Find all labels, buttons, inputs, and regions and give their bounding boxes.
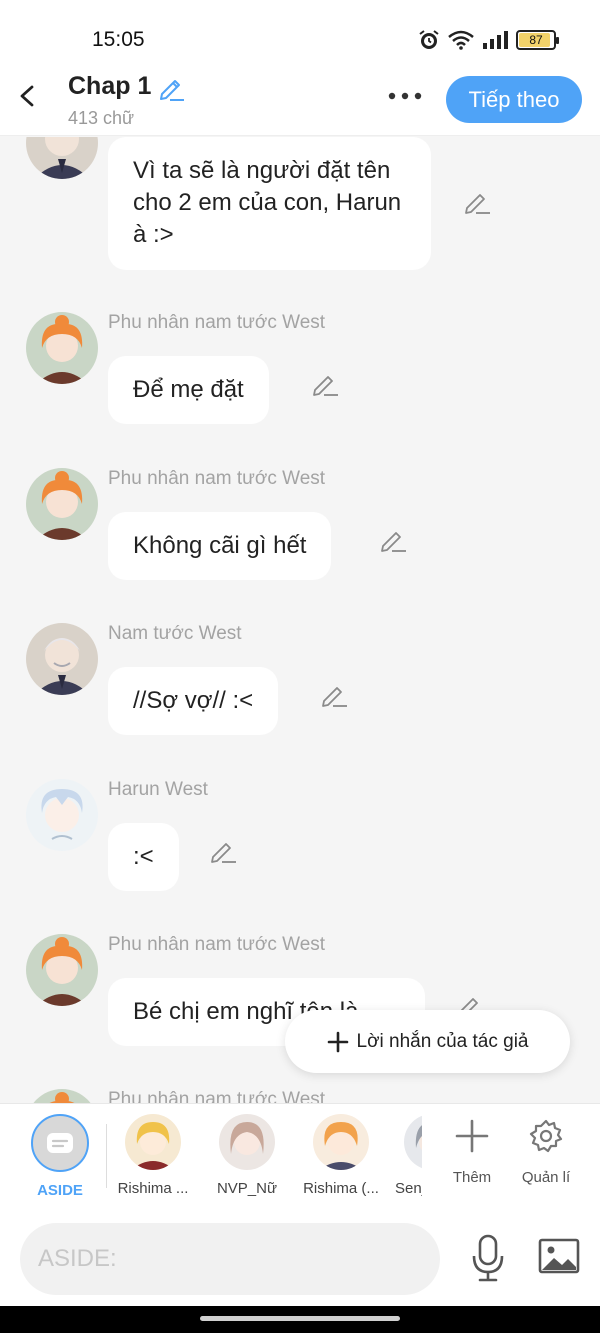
character-bar: ASIDE Rishima ... NVP_Nữ Rishima (... Se… xyxy=(0,1103,600,1210)
microphone-icon[interactable] xyxy=(470,1234,506,1282)
message-text: Vì ta sẽ là người đặt tên cho 2 em của c… xyxy=(133,157,402,248)
message-text: Không cãi gì hết xyxy=(133,532,307,559)
divider xyxy=(106,1124,107,1188)
system-nav-bar xyxy=(0,1306,600,1333)
status-bar: 15:05 87 xyxy=(0,0,600,68)
message-bubble[interactable]: :< xyxy=(108,823,179,891)
speaker-name: Nam tước West xyxy=(108,623,242,644)
author-note-label: Lời nhắn của tác giả xyxy=(356,1030,529,1052)
character-name: Rishima ... xyxy=(117,1180,189,1197)
message-input[interactable]: ASIDE: xyxy=(20,1223,440,1295)
speaker-name: Phu nhân nam tước West xyxy=(108,312,326,333)
speaker-name: Phu nhân nam tước West xyxy=(108,934,326,955)
avatar-baron[interactable] xyxy=(26,137,98,179)
chapter-title[interactable]: Chap 1 xyxy=(68,72,151,101)
character-chip[interactable]: Senj xyxy=(376,1114,422,1197)
character-avatar xyxy=(404,1114,422,1170)
more-options-icon[interactable] xyxy=(386,86,424,106)
speaker-name: Harun West xyxy=(108,779,208,800)
message-bubble[interactable]: //Sợ vợ// :< xyxy=(108,667,279,735)
avatar-harun[interactable] xyxy=(26,779,98,851)
character-avatar xyxy=(219,1114,275,1170)
message-text: Để mẹ đặt xyxy=(133,376,244,403)
back-arrow-icon[interactable] xyxy=(14,82,42,110)
aside-icon xyxy=(47,1133,73,1153)
avatar-baroness[interactable] xyxy=(26,312,98,384)
input-bar: ASIDE: xyxy=(0,1210,600,1306)
edit-message-icon[interactable] xyxy=(209,836,237,864)
character-chip[interactable]: Rishima (... xyxy=(296,1114,386,1197)
character-avatar xyxy=(125,1114,181,1170)
author-note-button[interactable]: Lời nhắn của tác giả xyxy=(285,1010,570,1073)
chapter-header: Chap 1 413 chữ Tiếp theo xyxy=(0,68,600,136)
plus-icon xyxy=(455,1119,489,1153)
message-text: :< xyxy=(133,843,154,870)
edit-message-icon[interactable] xyxy=(320,680,348,708)
next-button[interactable]: Tiếp theo xyxy=(446,76,582,123)
add-character-button[interactable]: Thêm xyxy=(442,1118,502,1186)
character-avatar xyxy=(313,1114,369,1170)
speaker-name: Phu nhân nam tước West xyxy=(108,1089,326,1103)
avatar-baroness[interactable] xyxy=(26,934,98,1006)
aside-avatar xyxy=(31,1114,89,1172)
message-bubble[interactable]: Không cãi gì hết xyxy=(108,512,332,580)
image-icon[interactable] xyxy=(538,1238,580,1274)
avatar-baroness[interactable] xyxy=(26,468,98,540)
plus-icon xyxy=(327,1031,348,1052)
character-name: Senj xyxy=(395,1180,422,1197)
character-name: NVP_Nữ xyxy=(216,1180,278,1197)
gear-icon xyxy=(529,1119,563,1153)
speaker-name: Phu nhân nam tước West xyxy=(108,468,326,489)
manage-button[interactable]: Quản lí xyxy=(516,1118,576,1186)
character-name: Rishima (... xyxy=(303,1180,379,1197)
avatar-baroness[interactable] xyxy=(26,1089,98,1103)
character-chip[interactable]: Rishima ... xyxy=(108,1114,198,1197)
character-aside[interactable]: ASIDE xyxy=(15,1114,105,1199)
status-time: 15:05 xyxy=(92,28,145,51)
character-chip[interactable]: NVP_Nữ xyxy=(202,1114,292,1197)
edit-title-icon[interactable] xyxy=(156,72,186,102)
add-label: Thêm xyxy=(452,1169,492,1186)
message-bubble[interactable]: Vì ta sẽ là người đặt tên cho 2 em của c… xyxy=(108,137,431,270)
message-bubble[interactable]: Để mẹ đặt xyxy=(108,356,269,424)
battery-percentage: 87 xyxy=(529,33,543,47)
word-count: 413 chữ xyxy=(68,108,135,128)
chat-area[interactable]: Vì ta sẽ là người đặt tên cho 2 em của c… xyxy=(0,137,600,1103)
home-indicator[interactable] xyxy=(200,1316,400,1321)
battery-icon: 87 xyxy=(516,30,559,50)
edit-message-icon[interactable] xyxy=(379,525,407,553)
message-text: //Sợ vợ// :< xyxy=(133,687,254,714)
character-name: ASIDE xyxy=(37,1182,83,1199)
edit-message-icon[interactable] xyxy=(311,369,339,397)
status-icons: 87 xyxy=(418,29,559,51)
alarm-icon xyxy=(419,30,439,49)
avatar-baron[interactable] xyxy=(26,623,98,695)
wifi-icon xyxy=(448,30,474,50)
edit-message-icon[interactable] xyxy=(463,187,491,215)
manage-label: Quản lí xyxy=(521,1169,571,1186)
signal-icon xyxy=(483,31,508,49)
